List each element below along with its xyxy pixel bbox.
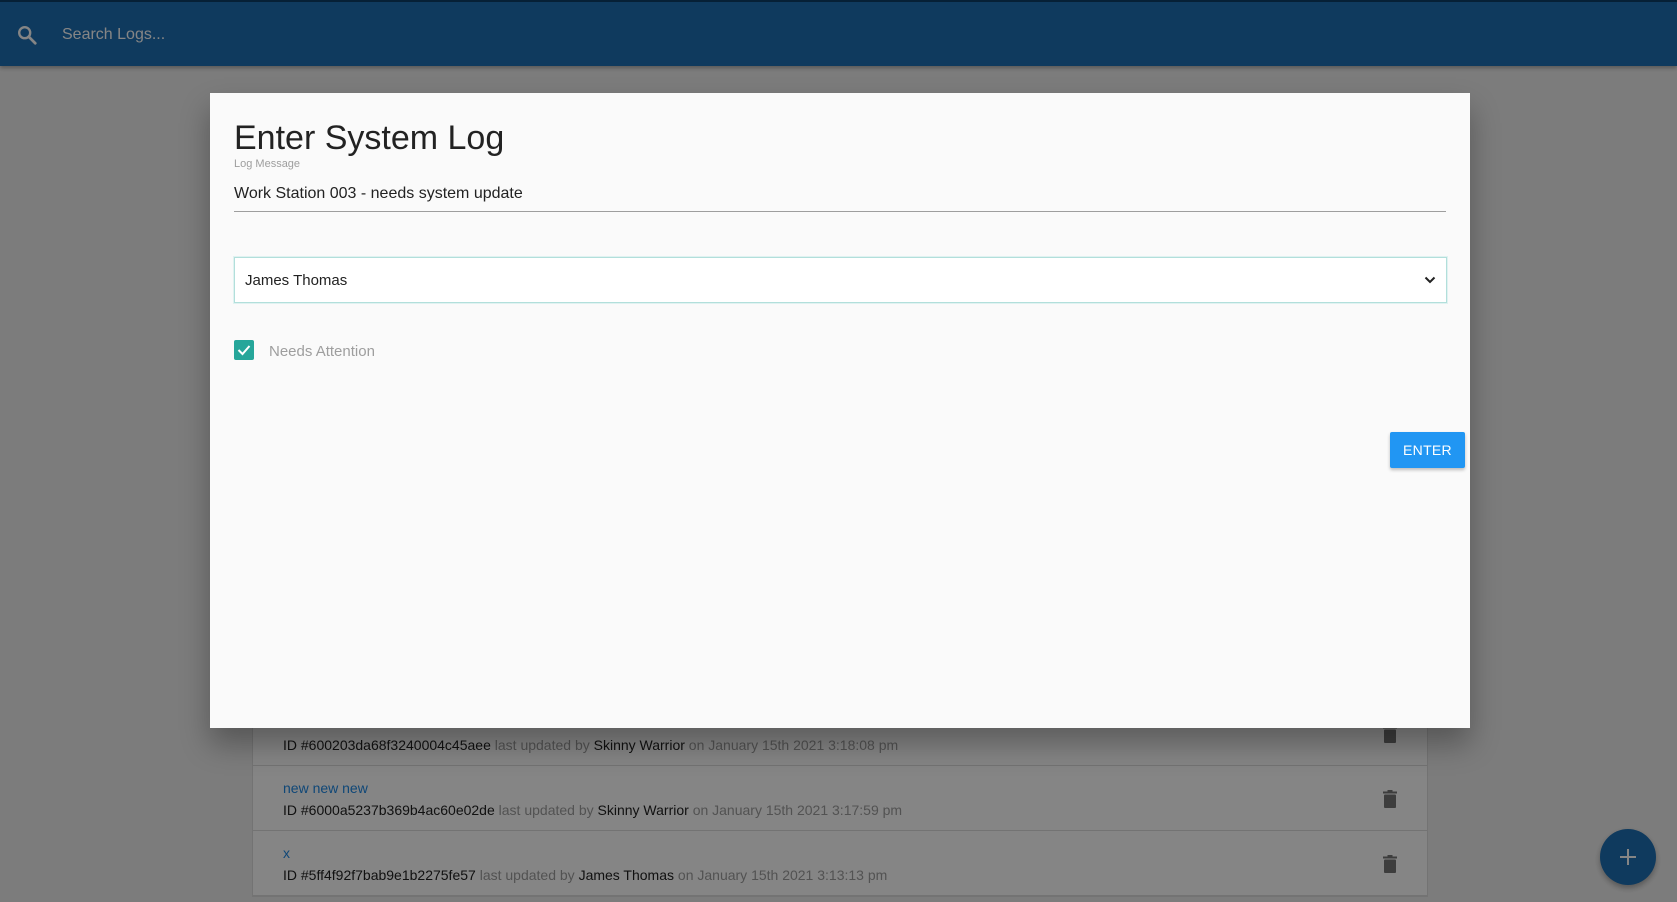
attention-checkbox[interactable]	[234, 340, 254, 360]
add-log-modal: Enter System Log Log Message James Thoma…	[210, 93, 1470, 728]
log-message-input[interactable]	[234, 177, 1446, 212]
enter-button[interactable]: ENTER	[1390, 432, 1465, 468]
page: CONRATZ ID #600203da68f3240004c45aee las…	[0, 0, 1677, 902]
chevron-down-icon	[1424, 276, 1436, 284]
attention-label: Needs Attention	[269, 343, 375, 360]
attention-checkbox-row[interactable]: Needs Attention	[234, 338, 375, 362]
modal-title: Enter System Log	[234, 119, 505, 157]
tech-select[interactable]: James Thomas	[234, 257, 1447, 303]
log-message-label: Log Message	[234, 158, 301, 170]
checkmark-icon	[237, 345, 251, 356]
tech-select-value: James Thomas	[245, 271, 348, 289]
